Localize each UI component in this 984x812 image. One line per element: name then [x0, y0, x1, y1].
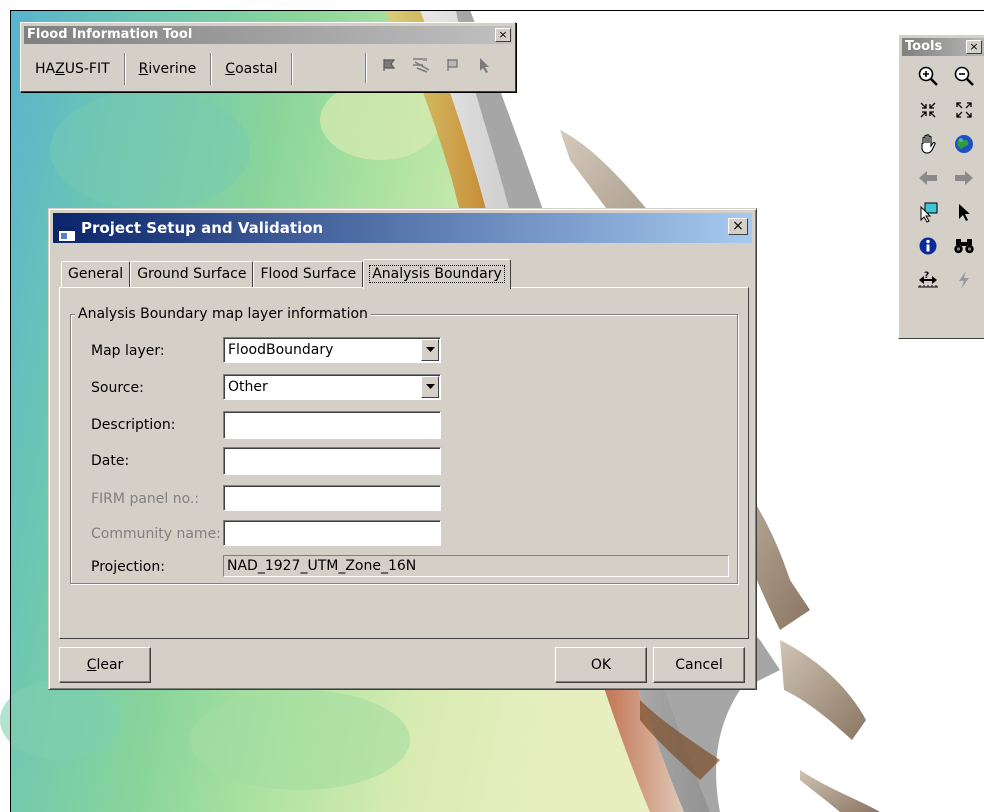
menu-coastal-label: oastal	[235, 61, 278, 77]
tab-analysis-boundary[interactable]: Analysis Boundary	[363, 259, 511, 289]
zoom-in-icon[interactable]	[913, 61, 943, 91]
project-setup-dialog: Project Setup and Validation × General G…	[48, 208, 757, 690]
tab-ground-surface[interactable]: Ground Surface	[130, 261, 254, 288]
firm-panel-input[interactable]	[223, 485, 441, 511]
clear-accel: C	[86, 657, 97, 673]
tools-palette-close-button[interactable]: ×	[966, 40, 982, 54]
layer-info-group: Analysis Boundary map layer information …	[70, 305, 738, 584]
menu-hazus-fit[interactable]: HAZUS-FIT	[27, 53, 125, 85]
description-input[interactable]	[223, 411, 441, 439]
source-dropdown-button[interactable]	[421, 376, 439, 398]
menu-hazus-fit-label-a: HA	[35, 61, 56, 77]
select-features-icon[interactable]	[913, 197, 943, 227]
flood-toolbar-title[interactable]: Flood Information Tool	[24, 26, 512, 44]
hyperlink-lightning-icon[interactable]	[949, 265, 979, 295]
group-title: Analysis Boundary map layer information	[75, 305, 371, 323]
toolbar-separator	[365, 53, 367, 83]
source-combobox[interactable]: Other	[223, 374, 441, 400]
fixed-zoom-in-icon[interactable]	[913, 95, 943, 125]
tools-grid: ?	[913, 61, 984, 299]
tree-select-tool-icon[interactable]	[409, 53, 433, 77]
community-name-label: Community name:	[91, 526, 221, 542]
ok-button[interactable]: OK	[555, 647, 647, 683]
identify-icon[interactable]	[913, 231, 943, 261]
full-extent-globe-icon[interactable]	[949, 129, 979, 159]
description-label: Description:	[91, 417, 176, 433]
pointer-tool-icon[interactable]	[473, 53, 497, 77]
analysis-boundary-panel: Analysis Boundary map layer information …	[59, 287, 749, 639]
firm-panel-label: FIRM panel no.:	[91, 491, 200, 507]
measure-icon[interactable]: ?	[913, 265, 943, 295]
map-layer-combobox[interactable]: FloodBoundary	[223, 337, 441, 363]
flag-tool-icon[interactable]	[377, 53, 401, 77]
pan-hand-icon[interactable]	[913, 129, 943, 159]
flood-toolbar-close-button[interactable]: ×	[495, 28, 511, 42]
projection-label: Projection:	[91, 559, 165, 575]
menu-hazus-fit-accel: Z	[55, 61, 65, 77]
chevron-down-icon	[425, 384, 435, 389]
date-label: Date:	[91, 453, 130, 469]
dialog-close-button[interactable]: ×	[728, 218, 748, 235]
flood-toolbar-menu: HAZUS-FIT Riverine Coastal	[27, 51, 293, 87]
flood-tool-buttons	[377, 53, 497, 77]
select-element-icon[interactable]	[949, 197, 979, 227]
menu-riverine-label: iverine	[148, 61, 197, 77]
map-layer-label: Map layer:	[91, 343, 165, 359]
dialog-titlebar[interactable]: Project Setup and Validation	[53, 213, 752, 243]
tab-general[interactable]: General	[61, 261, 131, 288]
tab-general-label: General	[68, 266, 124, 282]
source-value: Other	[228, 379, 268, 395]
flood-information-toolbar[interactable]: Flood Information Tool × HAZUS-FIT River…	[20, 22, 516, 92]
projection-value: NAD_1927_UTM_Zone_16N	[223, 555, 729, 577]
source-label: Source:	[91, 380, 144, 396]
fixed-zoom-out-icon[interactable]	[949, 95, 979, 125]
chevron-down-icon	[425, 347, 435, 352]
menu-riverine[interactable]: Riverine	[125, 53, 212, 85]
clear-label: lear	[96, 657, 124, 673]
tab-flood-surface[interactable]: Flood Surface	[253, 261, 364, 288]
dialog-title: Project Setup and Validation	[81, 219, 324, 237]
tab-analysis-boundary-label: Analysis Boundary	[369, 265, 505, 283]
menu-hazus-fit-label-b: US-FIT	[64, 61, 110, 77]
menu-coastal[interactable]: Coastal	[211, 53, 293, 85]
menu-riverine-accel: R	[138, 61, 149, 77]
find-binoculars-icon[interactable]	[949, 231, 979, 261]
zoom-out-icon[interactable]	[949, 61, 979, 91]
community-name-input[interactable]	[223, 520, 441, 546]
menu-coastal-accel: C	[225, 61, 236, 77]
dialog-tabs: General Ground Surface Flood Surface Ana…	[61, 258, 511, 289]
date-input[interactable]	[223, 447, 441, 475]
flag-outline-tool-icon[interactable]	[441, 53, 465, 77]
map-layer-dropdown-button[interactable]	[421, 339, 439, 361]
back-arrow-icon[interactable]	[913, 163, 943, 193]
tab-ground-surface-label: Ground Surface	[137, 266, 247, 282]
map-layer-value: FloodBoundary	[228, 342, 334, 358]
cancel-button[interactable]: Cancel	[653, 647, 745, 683]
window-app-icon	[59, 221, 75, 251]
tab-flood-surface-label: Flood Surface	[260, 266, 357, 282]
tools-palette[interactable]: Tools × ?	[898, 34, 984, 339]
forward-arrow-icon[interactable]	[949, 163, 979, 193]
clear-button[interactable]: Clear	[59, 647, 151, 683]
